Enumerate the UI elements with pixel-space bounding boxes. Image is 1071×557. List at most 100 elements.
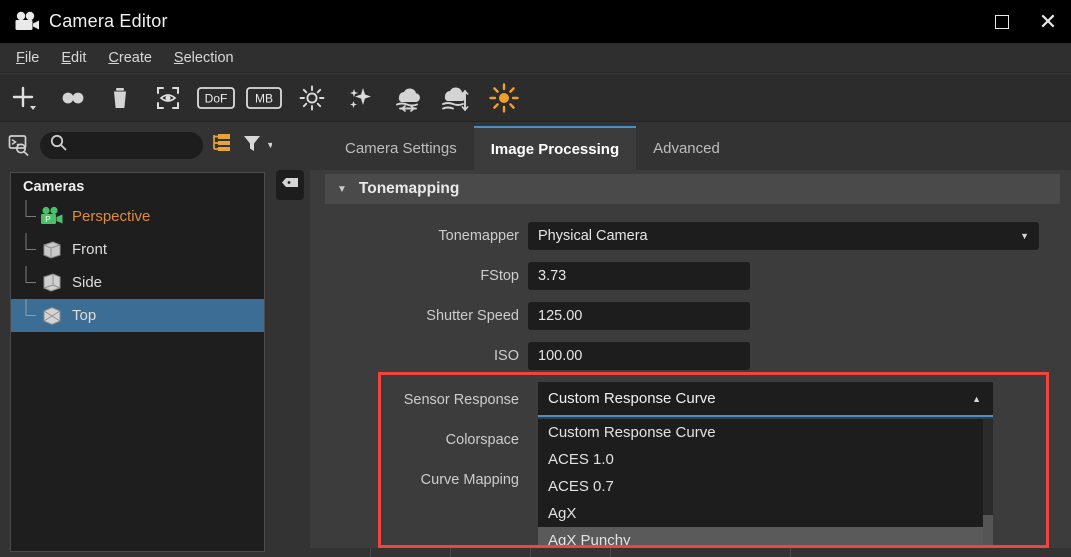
field-label: Sensor Response [403,392,519,408]
field-value: Custom Response Curve [548,390,716,407]
dropdown-option-agx[interactable]: AgX [538,500,993,527]
movie-camera-icon [14,11,40,33]
form-row-shutter-speed: Shutter Speed 125.00 [310,296,1071,336]
motion-blur-button[interactable]: MB [240,74,288,122]
dropdown-option-aces-1-0[interactable]: ACES 1.0 [538,446,993,473]
sensor-response-option-list: Custom Response Curve ACES 1.0 ACES 0.7 … [538,419,993,557]
tree-item-label: Front [72,241,108,258]
tonemapper-dropdown[interactable]: Physical Camera ▼ [528,222,1039,250]
menu-item-edit[interactable]: Edit [50,43,97,73]
tree-item-front[interactable]: Front [11,233,264,266]
dropdown-option-label: Custom Response Curve [548,424,716,441]
close-icon: ✕ [1038,8,1058,34]
tab-image-processing[interactable]: Image Processing [473,126,637,170]
chevron-down-icon: ▼ [337,183,347,195]
close-button[interactable]: ✕ [1025,0,1071,43]
sensor-response-dropdown[interactable]: Custom Response Curve ▲ [538,382,993,417]
field-label: Curve Mapping [420,472,519,488]
depth-of-field-button[interactable]: DoF [192,74,240,122]
tree-elbow [25,266,37,299]
fog-horizontal-button[interactable] [384,74,432,122]
shutter-speed-input[interactable]: 125.00 [528,302,750,330]
add-camera-button[interactable] [0,74,48,122]
svg-text:P: P [45,214,51,224]
chevron-down-icon: ▼ [1020,231,1029,241]
menu-edit-rest: dit [71,49,87,66]
form-row-fstop: FStop 3.73 [310,256,1071,296]
tab-label: Image Processing [490,140,620,158]
tree-elbow [25,233,37,266]
tree-item-label: Side [72,274,103,291]
menu-item-file[interactable]: File [5,43,50,73]
search-row: ▼ [0,122,275,168]
fstop-input[interactable]: 3.73 [528,262,750,290]
hierarchy-orange-icon[interactable] [210,132,232,159]
chevron-up-icon: ▲ [972,393,981,404]
maximize-button[interactable] [979,0,1025,43]
tab-camera-settings[interactable]: Camera Settings [328,126,474,170]
fog-vertical-button[interactable] [432,74,480,122]
tree-item-side[interactable]: Side [11,266,264,299]
sparkle-button[interactable] [336,74,384,122]
section-title: Tonemapping [358,180,460,197]
tree-header-label: Cameras [11,173,264,200]
tab-strip: Camera Settings Image Processing Advance… [310,122,1071,170]
iso-input[interactable]: 100.00 [528,342,750,370]
menu-create-rest: reate [118,49,152,66]
tree-item-perspective[interactable]: P Perspective [11,200,264,233]
title-bar: Camera Editor ✕ [0,0,1071,43]
field-value: 100.00 [538,348,583,364]
menu-selection-rest: election [183,49,234,66]
field-label: ISO [494,348,519,364]
search-input[interactable] [73,137,203,153]
tree-item-label: Top [72,307,97,324]
field-label: Colorspace [445,432,519,448]
form-row-iso: ISO 100.00 [310,336,1071,376]
field-label: Tonemapper [438,228,519,244]
sunlight-button[interactable] [480,74,528,122]
look-through-button[interactable] [144,74,192,122]
duplicate-button[interactable] [48,74,96,122]
dropdown-option-label: ACES 1.0 [548,451,614,468]
menu-item-selection[interactable]: Selection [163,43,245,73]
tree-item-top[interactable]: Top [11,299,264,332]
tonemapping-section-header[interactable]: ▼ Tonemapping [325,174,1060,204]
window-controls: ✕ [979,0,1071,43]
tree-item-label: Perspective [72,208,151,225]
tab-advanced[interactable]: Advanced [636,126,737,170]
tag-collapse-icon [281,175,300,195]
menu-item-create[interactable]: Create [97,43,163,73]
dropdown-option-custom-response-curve[interactable]: Custom Response Curve [538,419,993,446]
toolbar: DoF MB [0,74,1071,122]
dropdown-scrollbar[interactable] [983,419,993,557]
filter-funnel-icon[interactable] [242,133,262,158]
field-value: 125.00 [538,308,583,324]
field-value: 3.73 [538,268,567,284]
left-panel: ▼ Cameras P Perspective Front Side Top [0,122,275,557]
cube-side-icon [39,271,65,295]
field-label: Shutter Speed [426,308,519,324]
tree-elbow [25,200,37,233]
camera-editor-window: Camera Editor ✕ File Edit Create Selecti… [0,0,1071,557]
tag-collapse-button[interactable] [276,170,304,200]
menu-bar: File Edit Create Selection [0,43,1071,73]
search-box[interactable] [40,131,203,159]
field-label: FStop [480,268,519,284]
cube-front-icon [39,238,65,262]
delete-button[interactable] [96,74,144,122]
tree-elbow [25,299,37,332]
console-search-icon[interactable] [8,134,34,156]
dropdown-option-label: AgX [548,505,577,522]
exposure-button[interactable] [288,74,336,122]
maximize-icon [995,14,1009,29]
dropdown-option-aces-0-7[interactable]: ACES 0.7 [538,473,993,500]
window-title: Camera Editor [49,11,168,31]
dropdown-option-label: ACES 0.7 [548,478,614,495]
form-row-tonemapper: Tonemapper Physical Camera ▼ [310,216,1071,256]
camera-green-icon: P [39,205,65,229]
main-panel: Camera Settings Image Processing Advance… [310,122,1071,557]
dropdown-option-label: AgX Punchy [548,532,631,549]
search-icon [50,134,67,156]
svg-text:MB: MB [255,91,273,105]
svg-text:DoF: DoF [205,91,228,105]
